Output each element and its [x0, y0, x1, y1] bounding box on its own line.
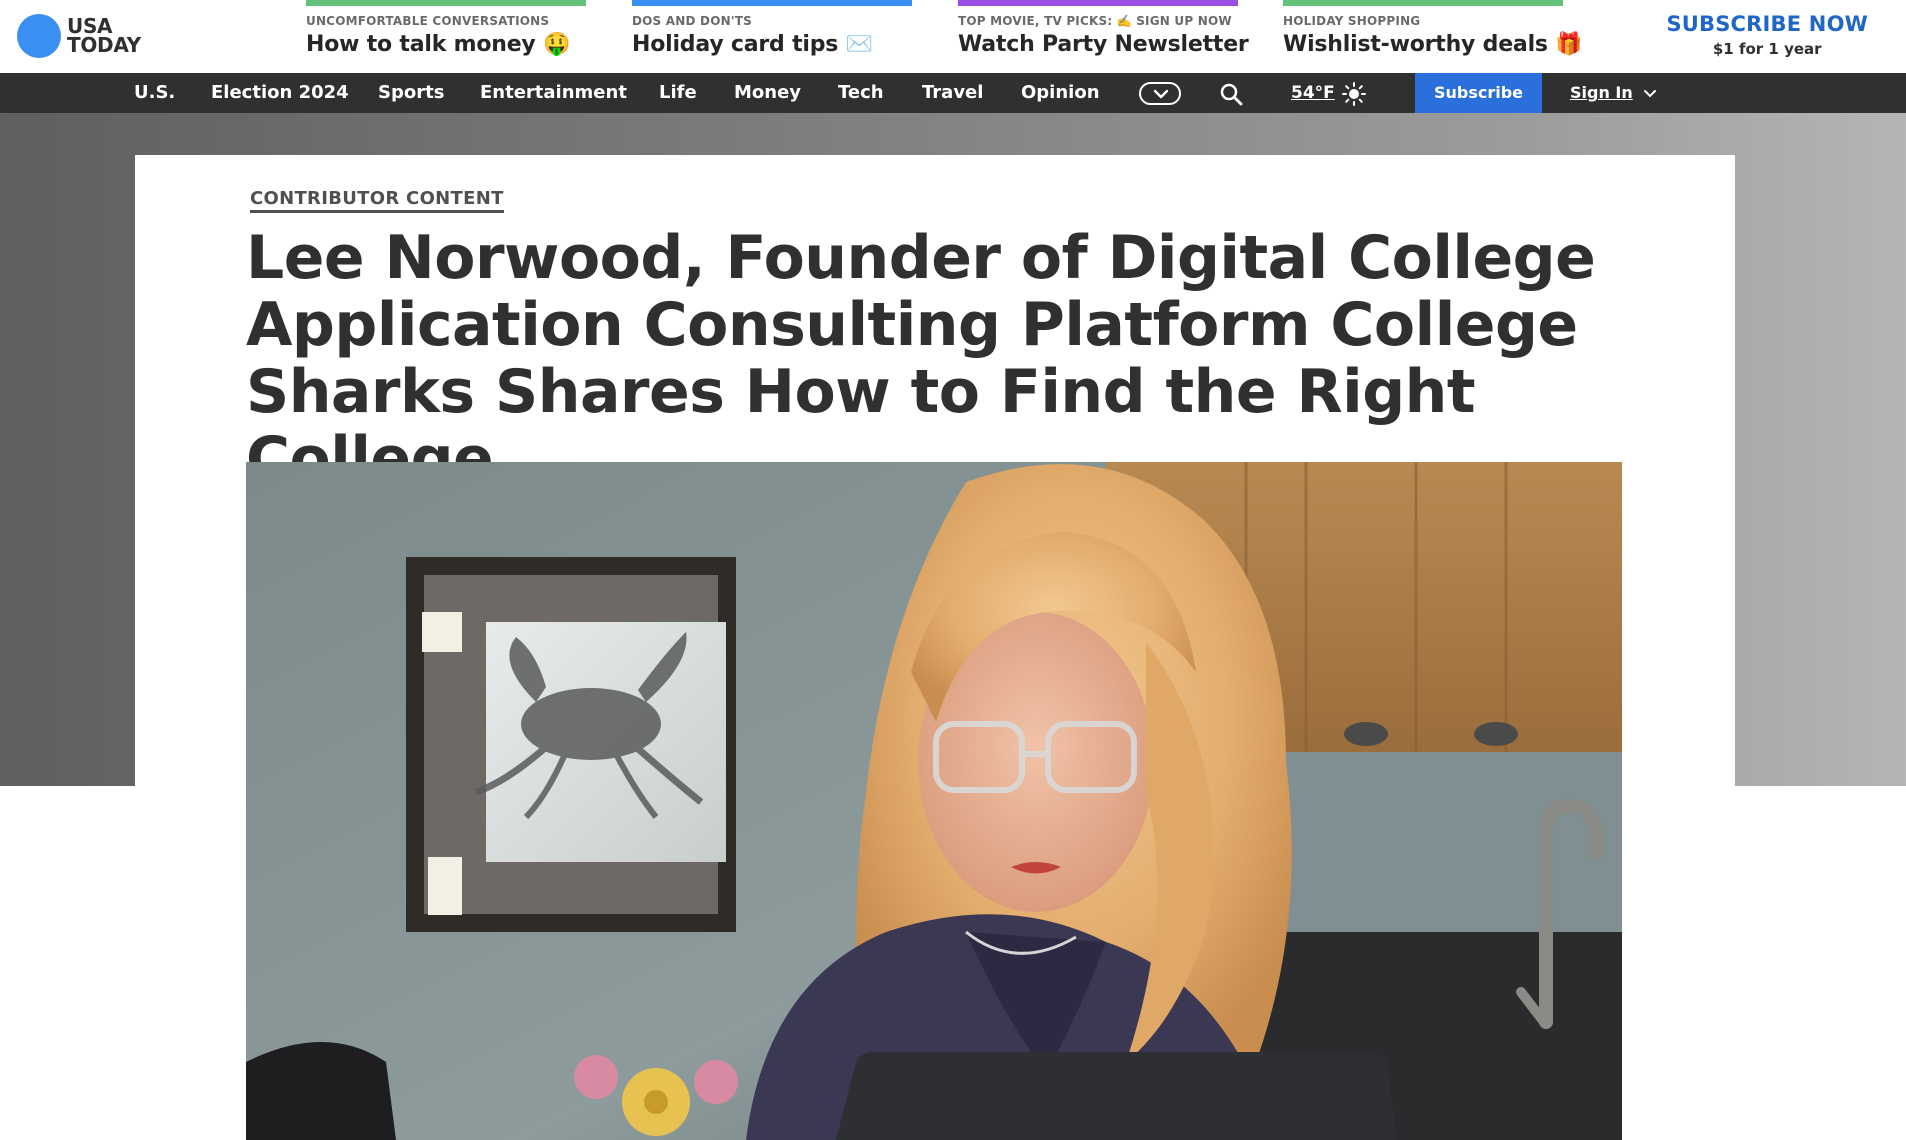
logo-text-line2: TODAY: [67, 33, 141, 57]
sign-in-label: Sign In: [1570, 83, 1633, 102]
promo-accent-bar: [306, 0, 586, 6]
nav-item-money[interactable]: Money: [734, 73, 801, 113]
promo-kicker: HOLIDAY SHOPPING: [1283, 14, 1421, 28]
article-title: Lee Norwood, Founder of Digital College …: [246, 223, 1596, 494]
promo-link-money[interactable]: UNCOMFORTABLE CONVERSATIONS How to talk …: [306, 0, 586, 73]
main-nav: U.S. Election 2024 Sports Entertainment …: [0, 73, 1906, 113]
promo-accent-bar: [958, 0, 1238, 6]
promo-link-holiday-deals[interactable]: HOLIDAY SHOPPING Wishlist-worthy deals 🎁: [1283, 0, 1583, 73]
logo-circle-icon: [17, 14, 61, 58]
promo-headline: How to talk money 🤑: [306, 32, 571, 57]
promo-headline: Watch Party Newsletter: [958, 32, 1249, 57]
sun-icon: [1342, 82, 1366, 110]
promo-kicker: TOP MOVIE, TV PICKS: ✍️ SIGN UP NOW: [958, 14, 1232, 28]
nav-item-opinion[interactable]: Opinion: [1021, 73, 1100, 113]
weather-temperature[interactable]: 54°F: [1291, 73, 1335, 113]
top-bar: USA TODAY UNCOMFORTABLE CONVERSATIONS Ho…: [0, 0, 1906, 73]
nav-item-sports[interactable]: Sports: [378, 73, 444, 113]
subscribe-button[interactable]: Subscribe: [1415, 73, 1542, 113]
nav-item-election-2024[interactable]: Election 2024: [211, 73, 349, 113]
sign-in-button[interactable]: Sign In: [1570, 73, 1657, 113]
subscribe-now-label: SUBSCRIBE NOW: [1666, 12, 1868, 36]
usa-today-logo[interactable]: USA TODAY: [17, 14, 141, 58]
promo-accent-bar: [1283, 0, 1563, 6]
promo-link-holiday-cards[interactable]: DOS AND DON'TS Holiday card tips ✉️: [632, 0, 912, 73]
promo-kicker: DOS AND DON'TS: [632, 14, 752, 28]
chevron-down-icon: [1644, 89, 1657, 97]
subscribe-now-link[interactable]: SUBSCRIBE NOW $1 for 1 year: [1666, 12, 1868, 58]
nav-item-travel[interactable]: Travel: [922, 73, 983, 113]
woman-at-laptop-photo: [246, 462, 1622, 1140]
nav-item-entertainment[interactable]: Entertainment: [480, 73, 627, 113]
promo-headline: Wishlist-worthy deals 🎁: [1283, 32, 1583, 57]
more-menu-button[interactable]: [1139, 82, 1181, 105]
article-hero-image[interactable]: [246, 462, 1622, 1140]
search-button[interactable]: [1219, 82, 1243, 110]
promo-link-watch-party[interactable]: TOP MOVIE, TV PICKS: ✍️ SIGN UP NOW Watc…: [958, 0, 1249, 73]
subscribe-price: $1 for 1 year: [1712, 40, 1822, 58]
promo-kicker: UNCOMFORTABLE CONVERSATIONS: [306, 14, 550, 28]
promo-accent-bar: [632, 0, 912, 6]
search-icon: [1220, 83, 1243, 106]
contributor-content-label[interactable]: CONTRIBUTOR CONTENT: [250, 188, 504, 213]
nav-item-us[interactable]: U.S.: [134, 73, 175, 113]
nav-item-tech[interactable]: Tech: [838, 73, 884, 113]
article-card: CONTRIBUTOR CONTENT Lee Norwood, Founder…: [135, 155, 1735, 1140]
promo-headline: Holiday card tips ✉️: [632, 32, 873, 57]
nav-item-life[interactable]: Life: [659, 73, 697, 113]
chevron-down-icon: [1153, 89, 1169, 99]
